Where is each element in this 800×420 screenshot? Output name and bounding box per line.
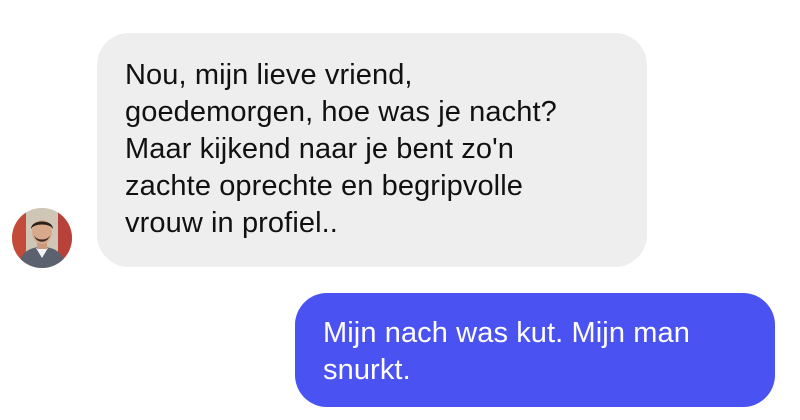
message-text-line: vrouw in profiel.. [125, 207, 338, 239]
incoming-message-bubble[interactable]: Nou, mijn lieve vriend, goedemorgen, hoe… [97, 33, 647, 267]
message-text-line: snurkt. [323, 354, 411, 386]
message-text-line: goedemorgen, hoe was je nacht? [125, 96, 557, 128]
message-text-line: Mijn nach was kut. Mijn man [323, 317, 690, 349]
sender-avatar[interactable] [12, 208, 72, 268]
chat-thread: Nou, mijn lieve vriend, goedemorgen, hoe… [0, 0, 800, 420]
message-text-line: Maar kijkend naar je bent zo'n [125, 133, 514, 165]
message-text-line: zachte oprechte en begripvolle [125, 170, 523, 202]
outgoing-message-bubble[interactable]: Mijn nach was kut. Mijn man snurkt. [295, 293, 775, 407]
message-text-line: Nou, mijn lieve vriend, [125, 59, 413, 91]
contact-avatar-icon [12, 208, 72, 268]
